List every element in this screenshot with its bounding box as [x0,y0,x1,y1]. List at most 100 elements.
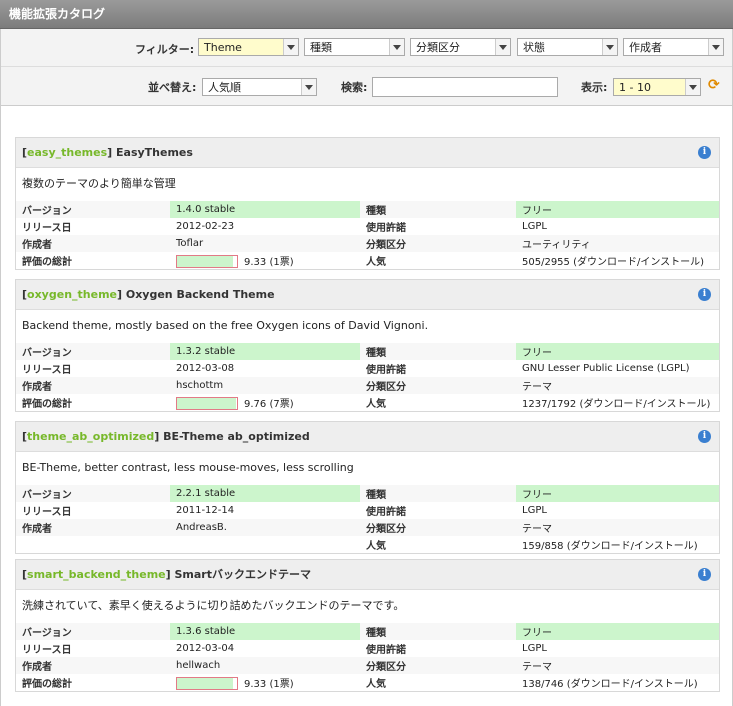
extension-list: [easy_themes] EasyThemes i 複数のテーマのより簡単な管理バ… [0,106,733,706]
chevron-down-icon [495,39,510,55]
extension-name: BE-Theme ab_optimized [163,430,310,443]
license-label: 使用許諾 [366,223,406,234]
category-label: 分類区分 [366,240,406,251]
release-label: リリース日 [22,507,72,518]
info-icon[interactable]: i [698,288,711,301]
type-select-value: 種類 [310,41,332,54]
license-label: 使用許諾 [366,645,406,656]
popularity-value: 138/746 (ダウンロード/インストール) [522,679,698,690]
type-label: 種類 [366,490,386,501]
release-label: リリース日 [22,645,72,656]
type-label: 種類 [366,628,386,639]
table-row: 作成者 hellwach 分類区分 テーマ [16,657,719,674]
table-row: 作成者 AndreasB. 分類区分 テーマ [16,519,719,536]
extension-card: [smart_backend_theme] Smartバックエンドテーマ i 洗練さ… [15,559,720,692]
version-label: バージョン [22,206,72,217]
rating-value: 9.33 (1票) [244,678,294,690]
state-select[interactable]: 状態 [517,38,618,56]
release-value: 2012-03-08 [176,363,235,374]
table-row: 評価の総計 9.33 (1票) 人気 505/2955 (ダウンロード/インストール) [16,252,719,269]
chevron-down-icon [685,79,700,95]
filter-panel: フィルター: Theme 種類 分類区分 状態 作成者 並べ替え: 人気順 検索… [0,29,733,106]
table-row: バージョン 1.4.0 stable 種類 フリー [16,201,719,218]
popularity-value: 159/858 (ダウンロード/インストール) [522,541,698,552]
table-row: 評価の総計 9.33 (1票) 人気 138/746 (ダウンロード/インストール) [16,674,719,691]
rating-cell: 9.33 (1票) [170,252,360,269]
popularity-value: 505/2955 (ダウンロード/インストール) [522,257,705,268]
category-select[interactable]: 分類区分 [410,38,511,56]
version-label: バージョン [22,348,72,359]
filter-label: フィルター: [135,43,195,56]
rating-cell [170,536,360,553]
release-label: リリース日 [22,223,72,234]
extension-description: BE-Theme, better contrast, less mouse-mo… [16,452,719,485]
category-value: テーマ [522,382,552,393]
category-label: 分類区分 [366,524,406,535]
filter-row: フィルター: Theme 種類 分類区分 状態 作成者 [1,29,732,67]
extension-meta-table: バージョン 2.2.1 stable 種類 フリー リリース日 2011-12-14 使用許… [16,485,719,553]
refresh-icon[interactable]: ⟳ [708,77,720,93]
sort-select[interactable]: 人気順 [202,78,317,96]
author-value: hellwach [176,660,221,671]
license-value: LGPL [522,505,547,516]
type-label: 種類 [366,348,386,359]
info-icon[interactable]: i [698,146,711,159]
chevron-down-icon [602,39,617,55]
version-value: 2.2.1 stable [170,485,360,502]
author-label: 作成者 [22,524,52,535]
license-value: LGPL [522,221,547,232]
table-row: 作成者 Toflar 分類区分 ユーティリティ [16,235,719,252]
extension-key-link[interactable]: theme_ab_optimized [27,430,154,443]
author-select[interactable]: 作成者 [623,38,724,56]
table-row: バージョン 1.3.6 stable 種類 フリー [16,623,719,640]
rating-bar [176,397,238,411]
extension-key-link[interactable]: smart_backend_theme [27,568,166,581]
type-value: フリー [516,623,719,640]
type-value: フリー [516,201,719,218]
sort-label: 並べ替え: [148,81,197,94]
state-select-value: 状態 [523,41,545,54]
table-row: 作成者 hschottm 分類区分 テーマ [16,377,719,394]
sort-select-value: 人気順 [208,81,241,94]
extension-card: [theme_ab_optimized] BE-Theme ab_optimiz… [15,421,720,554]
rating-cell: 9.76 (7票) [170,394,360,411]
extension-key-link[interactable]: easy_themes [27,146,107,159]
release-value: 2012-02-23 [176,221,235,232]
type-label: 種類 [366,206,386,217]
release-label: リリース日 [22,365,72,376]
info-icon[interactable]: i [698,430,711,443]
popularity-label: 人気 [366,257,386,268]
theme-select-value: Theme [204,41,242,54]
chevron-down-icon [389,39,404,55]
version-label: バージョン [22,628,72,639]
category-label: 分類区分 [366,662,406,673]
sort-row: 並べ替え: 人気順 検索: 表示: 1 - 10 ⟳ [1,67,732,106]
rating-label: 評価の総計 [22,257,72,268]
rating-value: 9.76 (7票) [244,398,294,410]
extension-key-link[interactable]: oxygen_theme [27,288,117,301]
show-select[interactable]: 1 - 10 [613,78,701,96]
show-label: 表示: [581,81,608,94]
popularity-label: 人気 [366,541,386,552]
extension-meta-table: バージョン 1.3.6 stable 種類 フリー リリース日 2012-03-04 使用許… [16,623,719,691]
rating-cell: 9.33 (1票) [170,674,360,691]
release-value: 2011-12-14 [176,505,235,516]
type-select[interactable]: 種類 [304,38,405,56]
license-value: LGPL [522,643,547,654]
table-row: 人気 159/858 (ダウンロード/インストール) [16,536,719,553]
extension-meta-table: バージョン 1.4.0 stable 種類 フリー リリース日 2012-02-23 使用許… [16,201,719,269]
theme-select[interactable]: Theme [198,38,299,56]
table-row: リリース日 2012-03-04 使用許諾 LGPL [16,640,719,657]
search-input[interactable] [372,77,558,97]
category-value: ユーティリティ [522,240,591,251]
popularity-value: 1237/1792 (ダウンロード/インストール) [522,399,711,410]
table-row: バージョン 2.2.1 stable 種類 フリー [16,485,719,502]
author-select-value: 作成者 [629,41,662,54]
extension-header: [theme_ab_optimized] BE-Theme ab_optimiz… [16,422,719,452]
author-value: AndreasB. [176,522,227,533]
info-icon[interactable]: i [698,568,711,581]
rating-label [16,536,170,553]
page-title: 機能拡張カタログ [0,0,733,29]
type-value: フリー [516,485,719,502]
rating-bar [176,677,238,691]
